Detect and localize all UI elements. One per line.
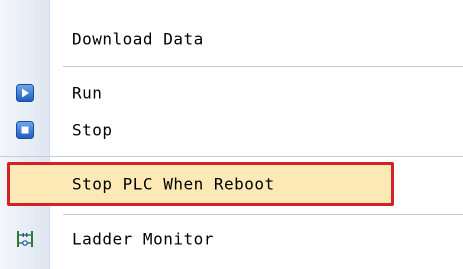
highlight-outline [7,162,394,206]
menu-item-run[interactable]: Run [0,75,463,111]
menu-separator [0,156,463,157]
stop-icon [16,121,34,139]
menu-item-stop[interactable]: Stop [0,112,463,148]
menu-item-label: Download Data [72,29,204,49]
menu-item-label: Run [72,83,103,103]
menu-item-label: Ladder Monitor [72,229,214,249]
menu-separator [63,214,463,215]
play-icon [16,84,34,102]
menu-item-ladder-monitor[interactable]: Ladder Monitor [0,221,463,257]
context-menu: Download Data Run Stop Stop PLC When Reb… [0,0,463,269]
ladder-monitor-icon [16,230,34,248]
menu-item-download-data[interactable]: Download Data [0,21,463,57]
menu-separator [63,66,463,67]
menu-item-label: Stop [72,120,113,140]
